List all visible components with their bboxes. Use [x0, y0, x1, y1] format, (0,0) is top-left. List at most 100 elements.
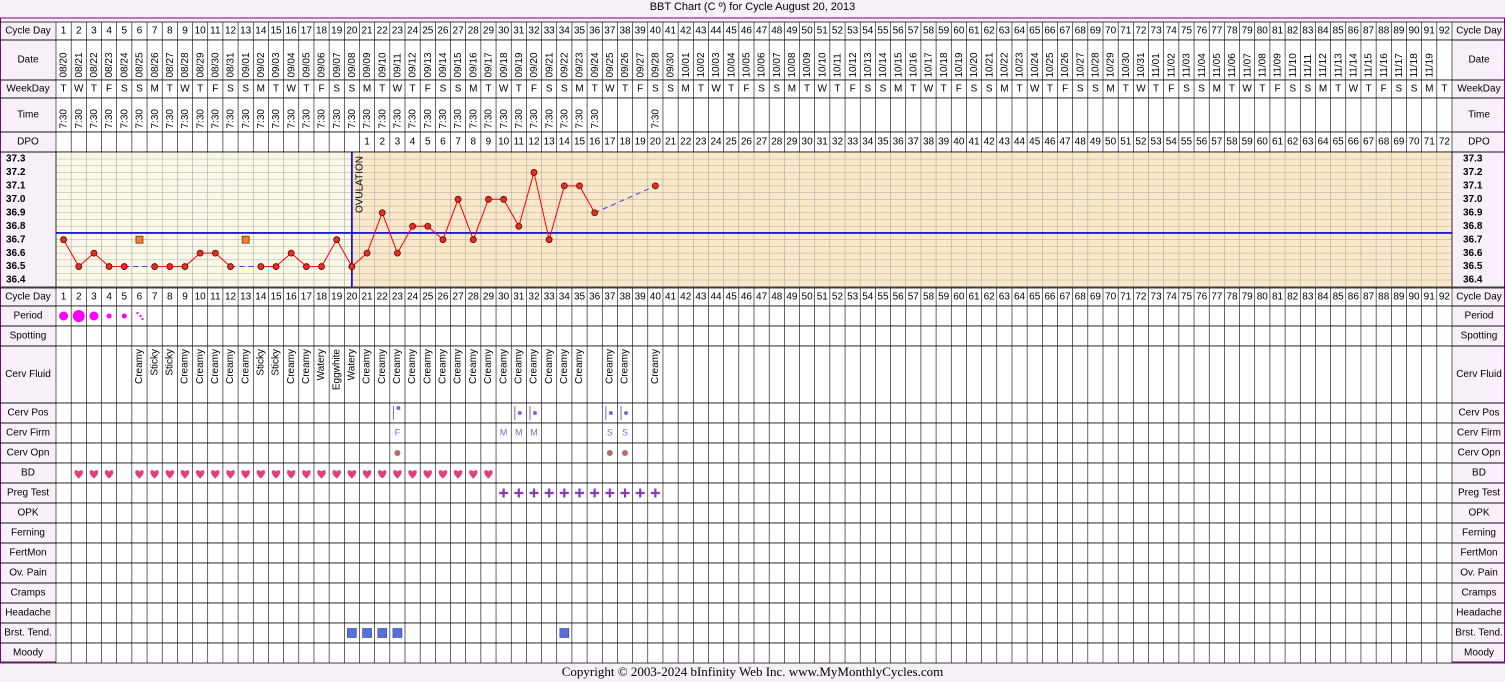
weekday-label: F — [1274, 84, 1280, 95]
time-label: 7:30 — [302, 109, 313, 129]
cycle-day-row-top-day: 53 — [847, 26, 859, 37]
cycle-day-row-bottom-day: 86 — [1348, 292, 1360, 303]
date-label: 10/18 — [939, 52, 950, 77]
cerv-pos-dot — [517, 411, 522, 415]
cycle-day-row-top-day: 88 — [1378, 26, 1390, 37]
weekday-label: W — [1030, 84, 1040, 95]
cycle-day-row-top-day: 64 — [1014, 26, 1026, 37]
date-label: 11/14 — [1349, 53, 1360, 78]
weekday-label: T — [1123, 84, 1129, 95]
temperature-point — [120, 263, 128, 270]
cycle-day-row-bottom-day: 44 — [711, 292, 723, 303]
time-label: 7:30 — [484, 109, 495, 129]
cycle-day-row-top-day: 10 — [195, 26, 207, 37]
date-label: 11/01 — [1151, 53, 1162, 78]
headache-row-label-right: Headache — [1456, 608, 1502, 619]
period-spot — [139, 314, 142, 318]
cycle-day-row-bottom-day: 76 — [1196, 292, 1208, 303]
fertmon-row-label-left: FertMon — [9, 548, 46, 559]
cerv-fluid-label: Creamy — [620, 349, 631, 384]
cerv-fluid-label: Creamy — [468, 349, 479, 384]
date-label: 09/25 — [605, 52, 616, 77]
dpo-label: 52 — [1135, 137, 1147, 148]
cerv-fluid-label: Creamy — [301, 349, 312, 384]
cycle-day-row-top-day: 21 — [362, 26, 374, 37]
date-label: 11/05 — [1212, 53, 1223, 78]
cycle-day-row-top-day: 7 — [152, 26, 158, 37]
period-dot — [121, 313, 127, 319]
cycle-day-row-bottom-day: 71 — [1120, 292, 1132, 303]
cycle-day-row-top-day: 57 — [908, 26, 920, 37]
cycle-day-row-top-day: 82 — [1287, 26, 1299, 37]
cycle-day-row-bottom-day: 82 — [1287, 292, 1299, 303]
cycle-day-row-top-day: 3 — [91, 26, 97, 37]
time-label: 7:30 — [544, 109, 555, 129]
weekday-label: T — [1229, 84, 1235, 95]
date-label: 11/17 — [1394, 53, 1405, 78]
cerv-fluid-label: Creamy — [604, 349, 615, 384]
cycle-day-row-top-day: 75 — [1181, 26, 1193, 37]
cycle-day-row-bottom-day: 3 — [91, 292, 97, 303]
dpo-label: 31 — [817, 137, 829, 148]
temperature-point — [378, 209, 386, 217]
cerv-fluid-label: Creamy — [195, 349, 206, 384]
dpo-label: 50 — [1105, 137, 1117, 148]
time-row: Time Time 7:30 7:30 7:30 7:30 7:30 7:30 7:30 7:30… — [0, 97, 1505, 133]
cycle-day-row-top-day: 6 — [137, 26, 143, 37]
temperature-point — [485, 195, 492, 203]
date-label: 11/02 — [1166, 53, 1177, 78]
cycle-day-row-bottom-day: 34 — [559, 292, 571, 303]
period-row: Period Period — [0, 305, 1505, 327]
cycle-day-row-bottom-day: 81 — [1272, 292, 1284, 303]
date-label: 09/15 — [453, 52, 464, 77]
y-tick-label-right: 36.5 — [1463, 261, 1483, 272]
weekday-label: W — [605, 84, 615, 95]
time-label: 7:30 — [590, 109, 601, 129]
time-label: 7:30 — [575, 109, 586, 129]
cycle-day-row-top-day: 69 — [1090, 26, 1102, 37]
cycle-day-row-top-day: 59 — [938, 26, 950, 37]
weekday-label: F — [106, 84, 112, 95]
date-label: 11/15 — [1364, 53, 1375, 78]
cerv-opn-dot — [606, 450, 613, 456]
y-tick-label-left: 36.5 — [6, 261, 26, 272]
cerv-opn-dot — [394, 450, 401, 456]
weekday-label: W — [74, 84, 84, 95]
cycle-day-row-bottom-day: 66 — [1044, 292, 1056, 303]
bbt-chart: Cycle Day Cycle Day1 2 3 4 5 6 7 8 9 10 11 12 13 14 15 1… — [0, 17, 1505, 664]
dpo-label: 32 — [832, 137, 844, 148]
dpo-label: 23 — [695, 137, 707, 148]
cycle-day-row-top-day: 31 — [513, 26, 525, 37]
dpo-row: DPO DPO1 2 3 4 5 6 7 8 9 10 11 12 13 14 15 16 17 18 19 20 21 2… — [0, 131, 1505, 153]
fertmon-row: FertMon FertMon — [0, 542, 1505, 564]
time-label: 7:30 — [119, 109, 130, 129]
weekday-label: S — [1183, 84, 1190, 95]
cerv-firm-label: F — [395, 427, 401, 437]
weekday-label: T — [485, 84, 491, 95]
time-label: 7:30 — [165, 109, 176, 129]
cycle-day-row-bottom-day: 17 — [301, 292, 313, 303]
weekday-label: T — [1153, 84, 1159, 95]
weekday-row-label-left: WeekDay — [6, 84, 49, 95]
weekday-label: M — [682, 84, 690, 95]
cerv-pos-row: Cerv Pos Cerv Pos — [0, 402, 1505, 424]
cycle-day-row-top-day: 23 — [392, 26, 404, 37]
period-row-label-right: Period — [1465, 311, 1494, 322]
cycle-day-row-top-day: 54 — [862, 26, 874, 37]
dpo-label: 59 — [1242, 137, 1254, 148]
opk-row: OPK OPK — [0, 502, 1505, 524]
cycle-day-row-bottom-day: 23 — [392, 292, 404, 303]
cycle-day-row-bottom-day: 75 — [1181, 292, 1193, 303]
cerv-fluid-label: Creamy — [438, 349, 449, 384]
cycle-day-row-bottom-day: 1 — [61, 292, 67, 303]
date-label: 09/03 — [271, 52, 282, 77]
date-label: 11/19 — [1424, 53, 1435, 78]
dpo-label: 6 — [440, 137, 446, 148]
cycle-day-row-bottom-day: 41 — [665, 292, 677, 303]
dpo-label: 3 — [395, 137, 401, 148]
weekday-label: S — [1305, 84, 1312, 95]
cycle-day-row-bottom-day: 36 — [589, 292, 601, 303]
cerv-firm-label: S — [622, 427, 628, 437]
cycle-day-row-top-day: 16 — [286, 26, 298, 37]
weekday-label: T — [592, 84, 598, 95]
